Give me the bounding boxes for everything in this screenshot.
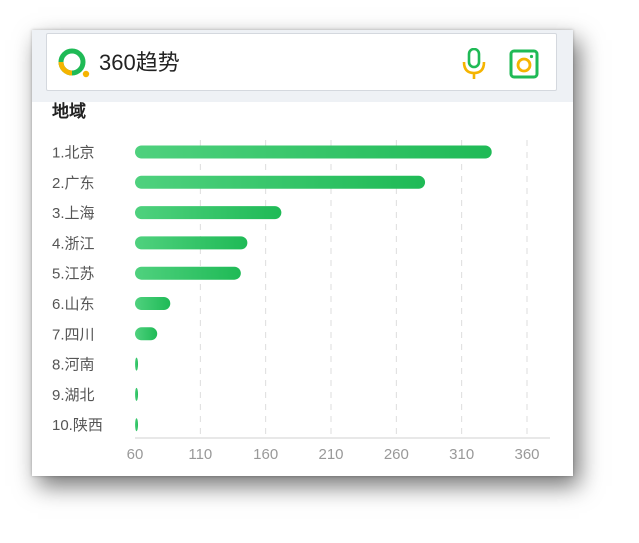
category-label: 3.上海 (52, 205, 95, 222)
category-label: 7.四川 (52, 326, 95, 343)
main-card: 360趋势 地域 60 110 160 210 260 310 360 1.北京 2.广东 3.上… (32, 30, 573, 476)
x-tick-label: 110 (188, 446, 212, 463)
bar[interactable] (135, 418, 138, 432)
category-label: 9.湖北 (52, 387, 95, 404)
x-tick-label: 210 (318, 446, 343, 463)
category-label: 8.河南 (52, 357, 95, 374)
x-tick-label: 260 (384, 446, 409, 463)
category-label: 2.广东 (52, 175, 95, 192)
x-tick-label: 160 (253, 446, 278, 463)
category-label: 10.陕西 (52, 417, 103, 434)
bar[interactable] (135, 297, 171, 310)
category-label: 1.北京 (52, 145, 95, 162)
bar[interactable] (135, 175, 426, 189)
category-label: 6.山东 (52, 296, 95, 313)
bar[interactable] (135, 145, 492, 159)
x-tick-label: 360 (514, 446, 539, 463)
bar[interactable] (135, 206, 282, 220)
category-label: 4.浙江 (52, 235, 95, 252)
bar[interactable] (135, 357, 138, 371)
x-tick-label: 60 (127, 446, 144, 463)
x-tick-label: 310 (449, 446, 474, 463)
region-bar-chart: 60 110 160 210 260 310 360 1.北京 2.广东 3.上海 4.浙江 5.江苏… (52, 140, 550, 463)
bar[interactable] (135, 327, 158, 341)
category-label: 5.江苏 (52, 266, 95, 283)
bar[interactable] (135, 387, 138, 401)
bar[interactable] (135, 236, 248, 250)
bar[interactable] (135, 266, 241, 280)
